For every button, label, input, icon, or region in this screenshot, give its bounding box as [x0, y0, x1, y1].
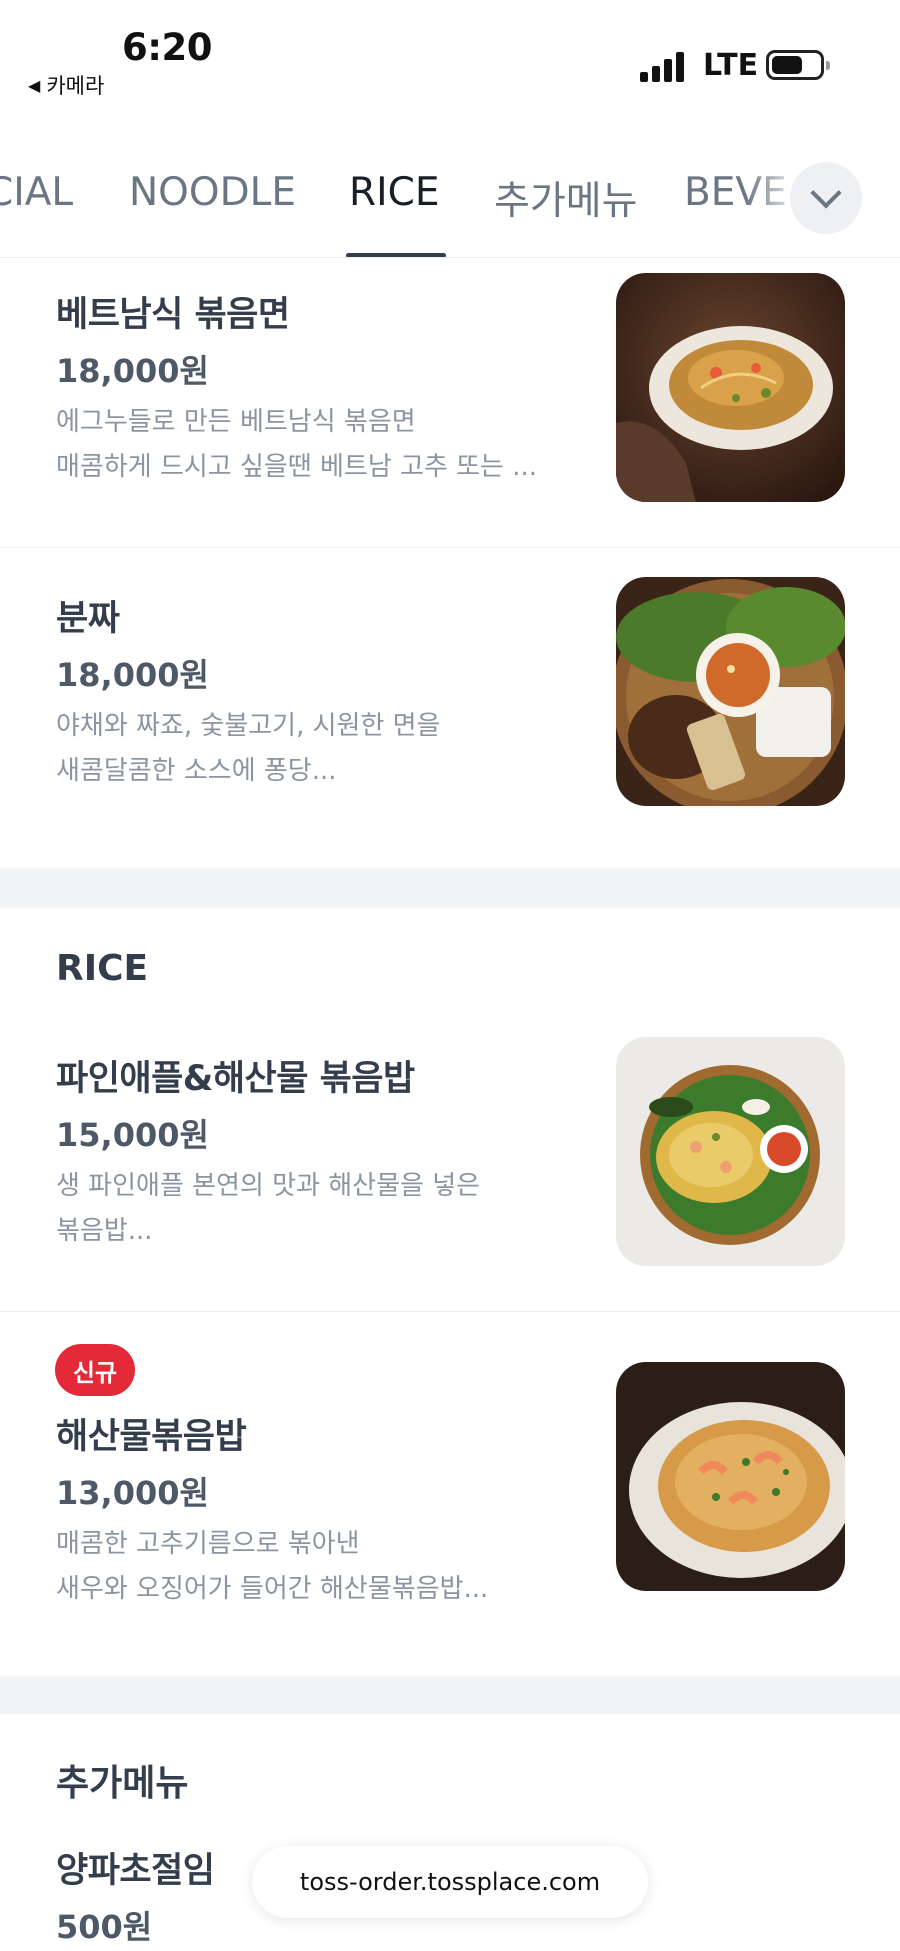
- back-to-app-link[interactable]: ◀ 카메라: [28, 70, 104, 100]
- item-name: 분짜: [56, 599, 120, 639]
- tab-extra-menu[interactable]: 추가메뉴: [494, 170, 638, 226]
- item-description: 매콤한 고추기름으로 볶아낸 새우와 오징어가 들어간 해산물볶음밥...: [56, 1529, 489, 1604]
- item-price: 500원: [56, 1908, 153, 1946]
- tab-noodle[interactable]: NOODLE: [129, 170, 296, 215]
- item-description: 생 파인애플 본연의 맛과 해산물을 넣은 볶음밥...: [56, 1171, 481, 1246]
- menu-item[interactable]: 베트남식 볶음면 18,000원 에그누들로 만든 베트남식 볶음면 매콤하게 …: [0, 258, 900, 547]
- battery-icon: [766, 50, 830, 80]
- new-badge: 신규: [55, 1344, 135, 1396]
- url-bar[interactable]: toss-order.tossplace.com: [252, 1846, 648, 1918]
- tab-special[interactable]: CIAL: [0, 170, 73, 215]
- section-title-rice: RICE: [56, 948, 149, 989]
- tab-rice[interactable]: RICE: [349, 170, 439, 215]
- item-name: 양파초절임: [56, 1851, 215, 1891]
- section-gap: [0, 868, 900, 908]
- item-name: 해산물볶음밥: [56, 1417, 247, 1457]
- item-photo-seafood-rice: [616, 1362, 845, 1591]
- menu-item[interactable]: 분짜 18,000원 야채와 짜죠, 숯불고기, 시원한 면을 새콤달콤한 소스…: [0, 548, 900, 868]
- item-description: 야채와 짜죠, 숯불고기, 시원한 면을 새콤달콤한 소스에 퐁당...: [56, 711, 441, 786]
- menu-item[interactable]: 파인애플&해산물 볶음밥 15,000원 생 파인애플 본연의 맛과 해산물을 …: [0, 1020, 900, 1310]
- chevron-down-icon: [810, 177, 842, 209]
- network-label: LTE: [703, 48, 759, 83]
- item-price: 18,000원: [56, 656, 209, 694]
- item-price: 15,000원: [56, 1116, 209, 1154]
- section-gap: [0, 1676, 900, 1714]
- url-text: toss-order.tossplace.com: [299, 1868, 601, 1896]
- item-name: 파인애플&해산물 볶음밥: [56, 1059, 415, 1099]
- back-app-label: 카메라: [46, 74, 105, 98]
- menu-item[interactable]: 신규 해산물볶음밥 13,000원 매콤한 고추기름으로 볶아낸 새우와 오징어…: [0, 1312, 900, 1676]
- category-tabs: CIAL NOODLE RICE 추가메뉴 BEVE: [0, 110, 900, 258]
- item-price: 13,000원: [56, 1474, 209, 1512]
- expand-categories-button[interactable]: [790, 162, 862, 234]
- back-triangle-icon: ◀: [28, 75, 41, 95]
- signal-icon: [640, 52, 686, 82]
- item-description: 에그누들로 만든 베트남식 볶음면 매콤하게 드시고 싶을땐 베트남 고추 또는…: [56, 407, 538, 482]
- status-time: 6:20: [122, 26, 213, 69]
- item-price: 18,000원: [56, 352, 209, 390]
- item-photo-noodles: [616, 273, 845, 502]
- status-bar: 6:20 ◀ 카메라 LTE: [0, 0, 900, 110]
- section-title-extra: 추가메뉴: [56, 1763, 189, 1804]
- item-name: 베트남식 볶음면: [56, 295, 290, 335]
- item-photo-buncha: [616, 577, 845, 806]
- item-photo-pineapple-rice: [616, 1037, 845, 1266]
